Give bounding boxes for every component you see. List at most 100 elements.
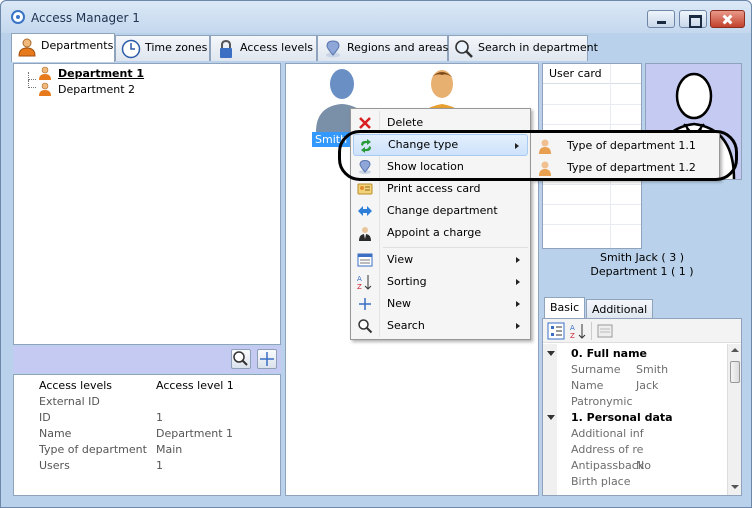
- lock-icon: [220, 39, 232, 58]
- svg-text:A: A: [570, 324, 575, 332]
- property-grid: A Z 0. Full name Surname Smith Name Jack: [542, 318, 742, 496]
- tab-additional[interactable]: Additional: [586, 299, 654, 319]
- menu-item-change-department[interactable]: Change department: [353, 200, 528, 222]
- plus-icon: [359, 298, 371, 310]
- menu-item-label: Change department: [387, 204, 498, 217]
- prop-key: Users: [39, 459, 70, 472]
- prop-row: Address of re: [571, 442, 643, 458]
- menu-item-show-location[interactable]: Show location: [353, 156, 528, 178]
- tree-toolbar: [13, 346, 281, 373]
- prop-row: Additional inf: [571, 426, 644, 442]
- tab-label: Search in department: [478, 41, 598, 54]
- prop-key: Access levels: [39, 379, 113, 392]
- submenu-item-type-1-1[interactable]: Type of department 1.1: [533, 135, 717, 157]
- sort-alpha-icon[interactable]: A Z: [569, 322, 587, 340]
- grid-header: User card: [543, 64, 641, 84]
- tab-label: Departments: [41, 39, 114, 52]
- change-type-icon: [361, 139, 371, 153]
- menu-item-label: Print access card: [387, 182, 481, 195]
- prop-key: Surname: [571, 363, 621, 376]
- svg-text:Z: Z: [357, 283, 362, 290]
- submenu-arrow-icon: [515, 143, 519, 149]
- prop-value: Access level 1: [156, 379, 234, 392]
- add-button[interactable]: [257, 349, 277, 369]
- tab-search-in-department[interactable]: Search in department: [448, 35, 598, 61]
- category-personal-data: 1. Personal data: [571, 411, 673, 424]
- person-department: Department 1 ( 1 ): [590, 265, 694, 278]
- app-icon: [11, 10, 25, 24]
- menu-item-label: View: [387, 253, 414, 266]
- property-scrollbar[interactable]: [727, 344, 741, 495]
- charge-icon: [359, 227, 371, 241]
- person-name: Smith Jack ( 3 ): [599, 251, 684, 264]
- tree-item-department-1[interactable]: Department 1: [58, 66, 144, 81]
- prop-key: Antipassback: [571, 459, 645, 472]
- tree-item-department-2[interactable]: Department 2: [58, 82, 135, 97]
- submenu-arrow-icon: [516, 323, 520, 329]
- department-icon: [39, 82, 51, 96]
- search-button[interactable]: [231, 349, 251, 369]
- submenu-arrow-icon: [516, 257, 520, 263]
- prop-key: Type of department: [39, 443, 147, 456]
- property-pages-icon[interactable]: [597, 323, 613, 339]
- tab-label: Time zones: [145, 41, 208, 54]
- menu-item-label: Change type: [388, 138, 459, 151]
- property-grid-toolbar: A Z: [543, 319, 741, 343]
- tab-time-zones[interactable]: Time zones: [115, 35, 210, 61]
- minimize-button[interactable]: [647, 10, 675, 28]
- menu-item-new[interactable]: New: [353, 293, 528, 315]
- maximize-button[interactable]: [679, 10, 707, 28]
- prop-value: Jack: [636, 379, 659, 392]
- menu-item-label: Sorting: [387, 275, 427, 288]
- tab-regions-areas[interactable]: Regions and areas: [317, 35, 448, 61]
- menu-item-view[interactable]: View: [353, 249, 528, 271]
- department-type-icon: [539, 161, 551, 176]
- categorized-icon[interactable]: [547, 322, 565, 340]
- arrows-icon: [358, 206, 372, 216]
- pin-icon: [326, 40, 340, 58]
- prop-value: Smith: [636, 363, 669, 376]
- tab-access-levels[interactable]: Access levels: [210, 35, 317, 61]
- menu-item-sorting[interactable]: A Z Sorting: [353, 271, 528, 293]
- collapse-icon[interactable]: [547, 415, 555, 420]
- submenu-item-label: Type of department 1.1: [567, 139, 696, 152]
- prop-value: 1: [156, 459, 163, 472]
- department-icon: [39, 66, 51, 80]
- context-menu: Delete Change type Show location Print a…: [350, 108, 531, 340]
- menu-item-search[interactable]: Search: [353, 315, 528, 337]
- scroll-down-icon[interactable]: [731, 485, 739, 489]
- prop-row: Name Jack: [571, 378, 658, 394]
- department-type-icon: [539, 139, 551, 154]
- scroll-thumb[interactable]: [730, 361, 740, 383]
- submenu-item-type-1-2[interactable]: Type of department 1.2: [533, 157, 717, 179]
- tab-departments[interactable]: Departments: [11, 33, 115, 62]
- collapse-icon[interactable]: [547, 351, 555, 356]
- scroll-up-icon[interactable]: [731, 348, 739, 352]
- search-icon: [233, 351, 248, 366]
- menu-item-print-access-card[interactable]: Print access card: [353, 178, 528, 200]
- menu-item-label: New: [387, 297, 411, 310]
- menu-separator: [383, 247, 528, 248]
- tab-label: Access levels: [240, 41, 314, 54]
- close-button[interactable]: [710, 10, 745, 28]
- prop-key: Name: [39, 427, 72, 440]
- tab-basic[interactable]: Basic: [544, 297, 586, 319]
- prop-key: Patronymic: [571, 395, 633, 408]
- prop-value: Main: [156, 443, 183, 456]
- search-icon: [358, 319, 373, 334]
- menu-item-delete[interactable]: Delete: [353, 112, 528, 134]
- submenu-arrow-icon: [516, 279, 520, 285]
- change-type-submenu: Type of department 1.1 Type of departmen…: [530, 132, 720, 180]
- submenu-item-label: Type of department 1.2: [567, 161, 696, 174]
- menu-item-change-type[interactable]: Change type: [353, 134, 528, 156]
- prop-key: ID: [39, 411, 51, 424]
- menu-item-appoint-charge[interactable]: Appoint a charge: [353, 222, 528, 244]
- department-tree: Department 1 Department 2: [13, 63, 281, 345]
- prop-row: Patronymic: [571, 394, 633, 410]
- prop-key: Birth place: [571, 475, 631, 488]
- prop-value: Department 1: [156, 427, 234, 440]
- plus-icon: [260, 352, 274, 366]
- card-icon: [357, 183, 373, 195]
- tab-label: Regions and areas: [347, 41, 449, 54]
- svg-text:A: A: [357, 275, 362, 283]
